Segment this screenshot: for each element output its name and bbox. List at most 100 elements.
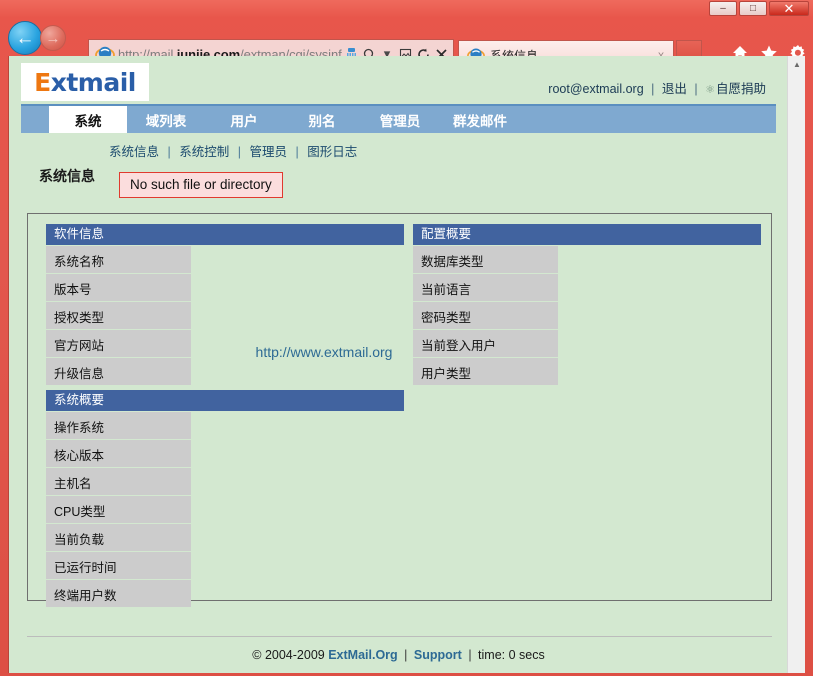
close-window-button[interactable]: ✕ xyxy=(769,1,809,16)
table-row: 已运行时间 xyxy=(46,552,404,579)
software-info-heading: 软件信息 xyxy=(46,224,404,245)
sub-navigation: 系统信息 | 系统控制 | 管理员 | 图形日志 xyxy=(109,141,357,160)
table-row: 升级信息 xyxy=(46,358,404,385)
table-row: 数据库类型 xyxy=(413,246,761,273)
table-row: 当前语言 xyxy=(413,274,761,301)
copyright-text: © 2004-2009 xyxy=(252,648,325,662)
row-value-license-type xyxy=(191,302,404,329)
nav-tab-admins[interactable]: 管理员 xyxy=(361,106,439,133)
user-bar-separator-2: | xyxy=(694,82,698,96)
logo-initial: E xyxy=(34,67,51,97)
system-summary-heading: 系统概要 xyxy=(46,390,404,411)
extmail-logo[interactable]: Extmail xyxy=(21,63,149,101)
row-value-hostname xyxy=(191,468,404,495)
info-panel: 软件信息 系统名称 版本号 授权类型 官方网站 升级信息 http://www.… xyxy=(27,213,772,607)
row-value-operating-system xyxy=(191,412,404,439)
row-label-hostname: 主机名 xyxy=(46,468,191,495)
row-label-current-language: 当前语言 xyxy=(413,274,558,301)
row-value-user-type xyxy=(558,358,761,385)
table-row: 主机名 xyxy=(46,468,404,495)
page-title: 系统信息 xyxy=(39,168,95,184)
donate-icon: ⚛ xyxy=(705,84,715,96)
software-info-table: 软件信息 系统名称 版本号 授权类型 官方网站 升级信息 http://www.… xyxy=(46,224,404,385)
table-row: 当前负载 xyxy=(46,524,404,551)
subnav-link-admins[interactable]: 管理员 xyxy=(249,145,287,159)
table-row: 核心版本 xyxy=(46,440,404,467)
scroll-up-arrow-icon[interactable]: ▲ xyxy=(788,56,805,73)
logo-text: Extmail xyxy=(34,70,136,95)
table-row: 终端用户数 xyxy=(46,580,404,607)
row-label-system-name: 系统名称 xyxy=(46,246,191,273)
footer-separator-1: | xyxy=(404,648,408,662)
logo-rest: xtmail xyxy=(50,67,137,97)
page-footer: © 2004-2009 ExtMail.Org | Support | time… xyxy=(9,648,788,662)
minimize-button[interactable]: – xyxy=(709,1,737,16)
row-value-database-type xyxy=(558,246,761,273)
row-label-upgrade-info: 升级信息 xyxy=(46,358,191,385)
support-link[interactable]: Support xyxy=(414,648,462,662)
row-label-license-type: 授权类型 xyxy=(46,302,191,329)
row-value-cpu-type xyxy=(191,496,404,523)
row-value-current-load xyxy=(191,524,404,551)
back-button[interactable]: ← xyxy=(8,21,42,55)
config-summary-heading: 配置概要 xyxy=(413,224,761,245)
nav-tab-system[interactable]: 系统 xyxy=(49,106,127,133)
extmail-org-link[interactable]: ExtMail.Org xyxy=(328,648,397,662)
table-row: 版本号 xyxy=(46,274,404,301)
row-label-cpu-type: CPU类型 xyxy=(46,496,191,523)
main-navigation: 系统 域列表 用户 别名 管理员 群发邮件 xyxy=(21,104,776,133)
table-row: CPU类型 xyxy=(46,496,404,523)
footer-separator-2: | xyxy=(468,648,472,662)
row-label-password-type: 密码类型 xyxy=(413,302,558,329)
logout-link[interactable]: 退出 xyxy=(662,82,687,96)
system-summary-table: 系统概要 操作系统 核心版本 主机名 CPU类型 当前负载 已运行时间 终端用户… xyxy=(46,390,404,607)
config-summary-table: 配置概要 数据库类型 当前语言 密码类型 当前登入用户 用户类型 xyxy=(413,224,761,385)
subnav-link-system-info[interactable]: 系统信息 xyxy=(109,145,159,159)
table-row: 授权类型 xyxy=(46,302,404,329)
user-email: root@extmail.org xyxy=(548,82,644,96)
table-row: 系统名称 xyxy=(46,246,404,273)
row-label-operating-system: 操作系统 xyxy=(46,412,191,439)
row-label-kernel-version: 核心版本 xyxy=(46,440,191,467)
table-row: 操作系统 xyxy=(46,412,404,439)
table-row: 当前登入用户 xyxy=(413,330,761,357)
nav-tab-domain-list[interactable]: 域列表 xyxy=(127,106,205,133)
render-time-text: time: 0 secs xyxy=(478,648,545,662)
row-value-version xyxy=(191,274,404,301)
footer-divider xyxy=(27,636,772,637)
row-value-upgrade-info xyxy=(191,358,404,385)
forward-button[interactable]: → xyxy=(40,25,66,51)
row-value-current-language xyxy=(558,274,761,301)
row-label-current-login-user: 当前登入用户 xyxy=(413,330,558,357)
row-label-current-load: 当前负载 xyxy=(46,524,191,551)
row-label-database-type: 数据库类型 xyxy=(413,246,558,273)
page-scrollbar[interactable]: ▲ xyxy=(787,56,805,673)
subnav-link-system-control[interactable]: 系统控制 xyxy=(179,145,229,159)
row-label-official-website: 官方网站 xyxy=(46,330,191,357)
row-value-terminal-users xyxy=(191,580,404,607)
web-page-content: Extmail root@extmail.org | 退出 | ⚛自愿捐助 系统… xyxy=(9,56,788,673)
subnav-separator-2: | xyxy=(237,145,241,159)
page-viewport: Extmail root@extmail.org | 退出 | ⚛自愿捐助 系统… xyxy=(8,56,805,673)
official-website-link[interactable]: http://www.extmail.org xyxy=(226,344,422,360)
row-label-version: 版本号 xyxy=(46,274,191,301)
table-row: 密码类型 xyxy=(413,302,761,329)
nav-tab-users[interactable]: 用户 xyxy=(205,106,283,133)
user-bar-separator-1: | xyxy=(651,82,655,96)
nav-tab-bulk-mail[interactable]: 群发邮件 xyxy=(439,106,521,133)
browser-toolbar: ← → http://mail.junjie.com/extman/cgi/sy… xyxy=(0,18,813,69)
table-row: 用户类型 xyxy=(413,358,761,385)
row-label-uptime: 已运行时间 xyxy=(46,552,191,579)
donate-link[interactable]: 自愿捐助 xyxy=(716,82,766,96)
row-value-system-name xyxy=(191,246,404,273)
browser-window: – □ ✕ ← → http://mail.junjie.com/extman/… xyxy=(0,0,813,676)
subnav-link-graph-log[interactable]: 图形日志 xyxy=(307,145,357,159)
row-value-current-login-user xyxy=(558,330,761,357)
row-label-user-type: 用户类型 xyxy=(413,358,558,385)
nav-tab-aliases[interactable]: 别名 xyxy=(283,106,361,133)
error-message-box: No such file or directory xyxy=(119,172,283,198)
title-bar: – □ ✕ xyxy=(0,0,813,18)
row-value-kernel-version xyxy=(191,440,404,467)
maximize-button[interactable]: □ xyxy=(739,1,767,16)
user-bar: root@extmail.org | 退出 | ⚛自愿捐助 xyxy=(548,78,766,97)
